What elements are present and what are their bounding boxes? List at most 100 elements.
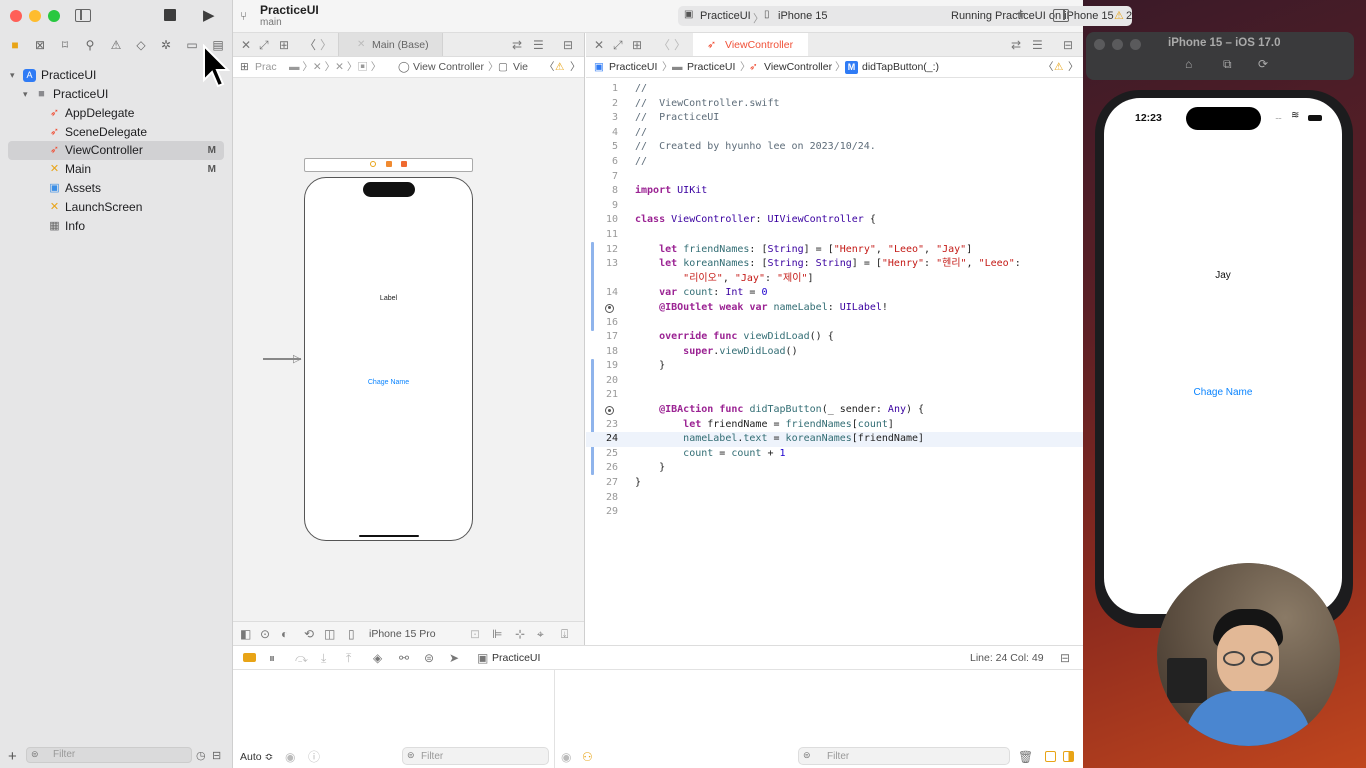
- breakpoint-icon[interactable]: ▭: [184, 37, 200, 53]
- inspector-toggle-icon[interactable]: [1053, 9, 1069, 22]
- forward-icon[interactable]: 〉: [1068, 57, 1079, 77]
- sidebar-toggle-icon[interactable]: [75, 9, 91, 22]
- minimize-window-button[interactable]: [29, 10, 41, 22]
- warning-icon[interactable]: ⚠: [1114, 9, 1124, 22]
- grid-icon[interactable]: ⊞: [279, 38, 289, 52]
- code-line[interactable]: 4 //: [586, 126, 1083, 141]
- forward-icon[interactable]: 〉: [320, 38, 332, 52]
- project-row[interactable]: ▾ A PracticeUI: [8, 66, 224, 85]
- environment-overrides-icon[interactable]: ⊜: [424, 651, 434, 665]
- change-name-button[interactable]: Chage Name: [1104, 387, 1342, 398]
- code-line[interactable]: 27}: [586, 476, 1083, 491]
- debug-target[interactable]: PracticeUI: [492, 652, 540, 664]
- expand-icon[interactable]: ⤢: [259, 38, 269, 52]
- close-window-button[interactable]: [1094, 39, 1105, 50]
- action-connection-icon[interactable]: [605, 406, 614, 416]
- code-lines[interactable]: 1 // 2 // ViewController.swift 3 // Practic…: [586, 82, 1083, 520]
- code-line[interactable]: 26 }: [586, 461, 1083, 476]
- variables-filter-input[interactable]: ⊜ Filter: [402, 747, 549, 765]
- source-control-icon[interactable]: ⊠: [32, 37, 48, 53]
- find-icon[interactable]: ⚲: [82, 37, 98, 53]
- run-target-project[interactable]: PracticeUI: [700, 10, 751, 22]
- navigator-filter-input[interactable]: ⊜ Filter: [26, 747, 192, 763]
- code-line[interactable]: 17 override func viewDidLoad() {: [586, 330, 1083, 345]
- device-picker[interactable]: iPhone 15 Pro: [369, 628, 436, 640]
- jump-bar-item[interactable]: PracticeUI: [687, 57, 735, 77]
- eye-icon[interactable]: ◉: [285, 750, 295, 764]
- folder-icon[interactable]: ■: [7, 37, 23, 53]
- code-line[interactable]: 8 import UIKit: [586, 184, 1083, 199]
- warning-icon[interactable]: ⚠: [1054, 57, 1063, 77]
- console-filter-icon[interactable]: ⚇: [582, 750, 593, 764]
- jump-bar-item[interactable]: PracticeUI: [609, 57, 657, 77]
- storyboard-change-name-button[interactable]: Chage Name: [305, 379, 472, 386]
- code-line[interactable]: 9: [586, 199, 1083, 214]
- code-line[interactable]: 23 let friendName = friendNames[count]: [586, 418, 1083, 433]
- chevron-down-icon[interactable]: ▾: [10, 66, 15, 85]
- align-icon[interactable]: ⊫: [492, 627, 502, 641]
- breakpoints-toggle-icon[interactable]: ⏸: [269, 651, 275, 665]
- file-row[interactable]: ▣ Assets: [8, 179, 224, 198]
- code-line[interactable]: 2 // ViewController.swift: [586, 97, 1083, 112]
- hide-debug-area-icon[interactable]: [243, 653, 256, 662]
- file-row[interactable]: ✕ LaunchScreen: [8, 198, 224, 217]
- rotate-icon[interactable]: ⟳: [1258, 57, 1268, 71]
- close-window-button[interactable]: [10, 10, 22, 22]
- tab-viewcontroller[interactable]: ➶ ViewController: [693, 33, 808, 56]
- code-line[interactable]: 5 // Created by hyunho lee on 2023/10/24.: [586, 140, 1083, 155]
- file-row[interactable]: ➶ AppDelegate: [8, 104, 224, 123]
- code-line[interactable]: 11: [586, 228, 1083, 243]
- grid-icon[interactable]: ⊞: [240, 57, 249, 77]
- jump-bar-item[interactable]: View Controller: [413, 57, 484, 77]
- show-console-icon[interactable]: [1063, 751, 1074, 762]
- embed-icon[interactable]: ⍗: [561, 627, 568, 641]
- refresh-icon[interactable]: ⇄: [512, 38, 522, 52]
- debug-icon[interactable]: ✲: [158, 37, 174, 53]
- split-editor-icon[interactable]: ⊟: [1063, 38, 1073, 52]
- add-library-icon[interactable]: +: [1016, 6, 1025, 24]
- outlet-connection-icon[interactable]: [605, 303, 614, 313]
- zoom-window-button[interactable]: [1130, 39, 1141, 50]
- code-line[interactable]: 18 super.viewDidLoad(): [586, 345, 1083, 360]
- split-editor-icon[interactable]: ⊟: [563, 38, 573, 52]
- run-button[interactable]: ▶: [203, 6, 215, 24]
- file-row[interactable]: ✕ Main M: [8, 160, 224, 179]
- adjust-editor-icon[interactable]: ☰: [1032, 38, 1043, 52]
- show-variables-icon[interactable]: [1045, 751, 1056, 762]
- jump-bar-item[interactable]: ViewController: [764, 57, 832, 77]
- appearance-icon[interactable]: ⊙: [260, 627, 270, 641]
- resolve-issues-icon[interactable]: ⌖: [537, 627, 544, 641]
- device-icon[interactable]: ▯: [348, 627, 355, 641]
- expand-icon[interactable]: ⤢: [613, 38, 623, 52]
- zoom-window-button[interactable]: [48, 10, 60, 22]
- back-icon[interactable]: 〈: [658, 38, 670, 52]
- rotate-icon[interactable]: ⟲: [304, 627, 314, 641]
- code-line[interactable]: @IBOutlet weak var nameLabel: UILabel!: [586, 301, 1083, 316]
- group-row[interactable]: ▾ ■ PracticeUI: [8, 85, 224, 104]
- forward-icon[interactable]: 〉: [570, 57, 581, 77]
- chevron-down-icon[interactable]: ▾: [23, 85, 28, 104]
- code-line[interactable]: 3 // PracticeUI: [586, 111, 1083, 126]
- back-icon[interactable]: 〈: [1043, 57, 1054, 77]
- grid-icon[interactable]: ⊞: [632, 38, 642, 52]
- file-row[interactable]: ➶ SceneDelegate: [8, 123, 224, 142]
- scene-dock[interactable]: [304, 158, 473, 172]
- simulate-location-icon[interactable]: ➤: [449, 651, 459, 665]
- back-icon[interactable]: 〈: [304, 38, 316, 52]
- close-icon[interactable]: ✕: [594, 38, 604, 52]
- refresh-icon[interactable]: ⇄: [1011, 38, 1021, 52]
- close-icon[interactable]: ✕: [241, 38, 251, 52]
- code-line[interactable]: 29: [586, 505, 1083, 520]
- first-responder-dock-icon[interactable]: [386, 161, 392, 167]
- trash-icon[interactable]: 🗑: [1018, 750, 1033, 764]
- dark-mode-icon[interactable]: ◐: [281, 627, 288, 641]
- back-icon[interactable]: 〈: [544, 57, 555, 77]
- minimize-window-button[interactable]: [1112, 39, 1123, 50]
- current-code-line[interactable]: 24 nameLabel.text = koreanNames[friendNa…: [586, 432, 1083, 447]
- run-target-device[interactable]: iPhone 15: [778, 10, 828, 22]
- document-outline-icon[interactable]: ◧: [240, 627, 251, 641]
- code-line[interactable]: 16: [586, 316, 1083, 331]
- exit-dock-icon[interactable]: [401, 161, 407, 167]
- split-view-icon[interactable]: ⊟: [1060, 651, 1070, 665]
- adjust-editor-icon[interactable]: ☰: [533, 38, 544, 52]
